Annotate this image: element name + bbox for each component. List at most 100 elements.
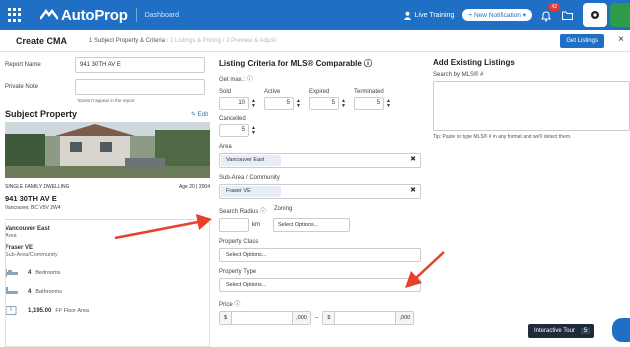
area-field-label: Area xyxy=(219,144,232,150)
logo-mark-icon xyxy=(40,9,58,21)
nav-dashboard-link[interactable]: Dashboard xyxy=(145,12,179,19)
clear-icon[interactable]: ✖ xyxy=(410,155,416,163)
subject-property-title: Subject Property xyxy=(5,109,78,119)
property-class-label: Property Class xyxy=(219,239,259,245)
stepper-arrows-icon[interactable]: ▲ ▼ xyxy=(341,98,346,109)
search-radius-text: Search Radius xyxy=(219,209,259,215)
price-max-input[interactable]: $ ,000 xyxy=(322,311,415,325)
terminated-count[interactable]: 5 xyxy=(354,97,384,110)
active-stepper[interactable]: 5 ▲ ▼ xyxy=(264,97,309,110)
help-icon[interactable]: ⓘ xyxy=(234,302,240,308)
tour-label: Interactive Tour xyxy=(534,328,575,334)
interactive-tour-button[interactable]: Interactive Tour 5 xyxy=(528,324,595,338)
km-unit: km xyxy=(252,222,260,228)
report-name-input[interactable]: 941 30TH AV E xyxy=(75,57,205,73)
notification-count-badge: 42 xyxy=(548,3,560,11)
subject-card-border xyxy=(5,222,210,347)
notifications-bell[interactable]: 42 xyxy=(540,3,560,22)
expired-count[interactable]: 5 xyxy=(309,97,339,110)
counts-inputs: 10 ▲ ▼ 5 ▲ ▼ 5 ▲ ▼ 5 ▲ ▼ xyxy=(219,97,422,110)
get-listings-button[interactable]: Get Listings xyxy=(560,34,604,48)
currency-prefix: $ xyxy=(220,312,232,324)
subarea-multiselect[interactable]: Fraser VE ✖ xyxy=(219,184,421,199)
stepper-arrows-icon[interactable]: ▲ ▼ xyxy=(296,98,301,109)
live-training-label: Live Training xyxy=(414,11,455,19)
edit-link[interactable]: ✎ Edit xyxy=(191,111,208,118)
price-min-field[interactable] xyxy=(232,312,292,324)
sold-stepper[interactable]: 10 ▲ ▼ xyxy=(219,97,264,110)
sold-count[interactable]: 10 xyxy=(219,97,249,110)
help-icon[interactable]: ⓘ xyxy=(260,209,266,215)
radius-zoning-labels: Search Radius ⓘ Zoning xyxy=(219,206,422,215)
property-class-select[interactable]: Select Options... xyxy=(219,248,421,262)
app-root: AutoProp Dashboard Live Training + New N… xyxy=(0,0,630,347)
tour-count-badge: 5 xyxy=(580,328,591,334)
report-name-row: Report Name 941 30TH AV E xyxy=(5,56,210,74)
zoning-select[interactable]: Select Options... xyxy=(273,218,350,232)
cancelled-label: Cancelled xyxy=(219,116,246,122)
avatar[interactable] xyxy=(610,3,630,27)
stepper-arrows-icon[interactable]: ▲ ▼ xyxy=(251,98,256,109)
cancelled-stepper[interactable]: 5 ▲ ▼ xyxy=(219,124,264,137)
step-active[interactable]: 1 Subject Property & Criteria xyxy=(89,38,165,44)
currency-prefix: $ xyxy=(323,312,336,324)
price-min-input[interactable]: $ ,000 xyxy=(219,311,311,325)
search-radius-input[interactable] xyxy=(219,218,249,232)
close-icon[interactable]: × xyxy=(618,34,624,45)
chat-launcher[interactable] xyxy=(612,318,630,342)
mls-search-tip: Tip: Paste or type MLS® # in any format … xyxy=(433,134,572,140)
settings-button[interactable] xyxy=(583,3,607,27)
live-training-link[interactable]: Live Training xyxy=(403,11,455,20)
apps-grid-icon[interactable] xyxy=(8,8,22,22)
price-text: Price xyxy=(219,302,233,308)
clear-icon[interactable]: ✖ xyxy=(410,186,416,194)
stepper-arrows-icon[interactable]: ▲ ▼ xyxy=(386,98,391,109)
edit-label: Edit xyxy=(197,111,208,118)
nav-right-group: Live Training + New Notification ▾ 42 xyxy=(403,0,630,30)
logo-text: AutoProp xyxy=(61,6,128,24)
sold-header: Sold xyxy=(219,89,232,95)
criteria-panel: Listing Criteria for MLS® Comparable ⓘ G… xyxy=(219,58,422,325)
page-subheader: Create CMA 1 Subject Property & Criteria… xyxy=(0,30,630,52)
radius-zoning-inputs: km Select Options... xyxy=(219,218,422,232)
step-breadcrumb: 1 Subject Property & Criteria / 2 Listin… xyxy=(89,38,276,44)
new-notification-button[interactable]: + New Notification ▾ xyxy=(462,9,532,21)
subarea-field-label: Sub-Area / Community xyxy=(219,175,280,181)
folder-icon[interactable] xyxy=(562,11,573,20)
private-note-label: Private Note xyxy=(5,84,39,90)
area-tag[interactable]: Vancouver East xyxy=(221,155,281,166)
help-icon[interactable]: ⓘ xyxy=(364,59,372,68)
autoprop-logo[interactable]: AutoProp xyxy=(40,7,128,24)
price-max-field[interactable] xyxy=(335,312,395,324)
thousand-suffix: ,000 xyxy=(395,312,414,324)
private-note-input[interactable] xyxy=(75,79,205,95)
get-max-text: Get max.: xyxy=(219,77,246,83)
active-header: Active xyxy=(264,89,281,95)
criteria-title: Listing Criteria for MLS® Comparable ⓘ xyxy=(219,58,422,69)
price-range: $ ,000 – $ ,000 xyxy=(219,311,422,325)
property-address: 941 30TH AV E xyxy=(5,194,57,203)
counts-headers: Sold Active Expired Terminated xyxy=(219,89,422,95)
stepper-arrows-icon[interactable]: ▲ ▼ xyxy=(251,125,256,136)
property-type-label: Property Type xyxy=(219,269,257,275)
mls-search-textarea[interactable] xyxy=(433,81,630,131)
divider xyxy=(5,219,210,220)
cancelled-row: 5 ▲ ▼ xyxy=(219,124,422,137)
private-note-row: Private Note xyxy=(5,78,210,96)
existing-listings-panel: Add Existing Listings Search by MLS® # T… xyxy=(433,58,630,140)
area-multiselect[interactable]: Vancouver East ✖ xyxy=(219,153,421,168)
private-note-hint: *Doesn't appear in the report xyxy=(77,98,135,103)
subject-property-header: Subject Property ✎ Edit xyxy=(5,109,210,119)
person-icon xyxy=(403,11,411,20)
thousand-suffix: ,000 xyxy=(292,312,310,324)
help-icon[interactable]: ⓘ xyxy=(247,77,253,83)
search-radius-label: Search Radius ⓘ xyxy=(219,206,274,215)
criteria-title-text: Listing Criteria for MLS® Comparable xyxy=(219,59,362,68)
terminated-stepper[interactable]: 5 ▲ ▼ xyxy=(354,97,399,110)
active-count[interactable]: 5 xyxy=(264,97,294,110)
subarea-tag[interactable]: Fraser VE xyxy=(221,186,281,197)
property-type-select[interactable]: Select Options... xyxy=(219,278,421,292)
step-rest: / 2 Listings & Pricing / 3 Preview & Adj… xyxy=(166,37,277,44)
expired-stepper[interactable]: 5 ▲ ▼ xyxy=(309,97,354,110)
cancelled-count[interactable]: 5 xyxy=(219,124,249,137)
